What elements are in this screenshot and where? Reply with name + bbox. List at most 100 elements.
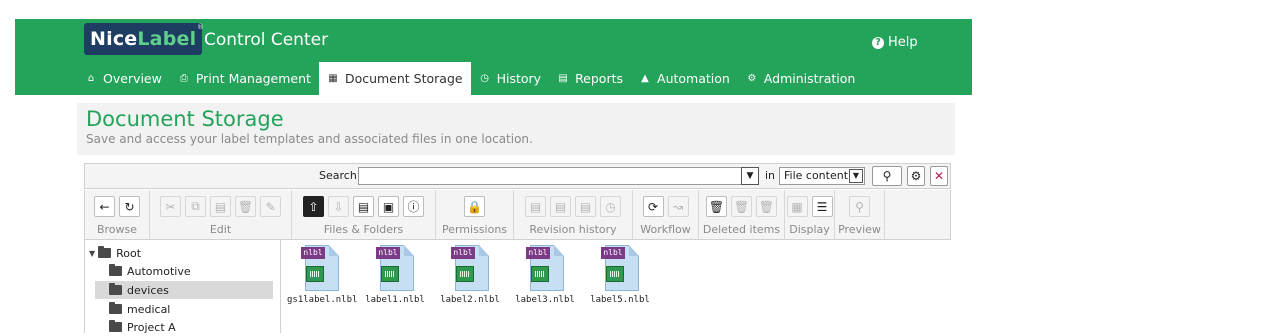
label-file-icon: nlbl: [451, 245, 489, 291]
new-file-button[interactable]: ▣: [378, 196, 399, 217]
copy-button[interactable]: ⧉: [185, 196, 206, 217]
upload-button[interactable]: ⇧: [303, 196, 324, 217]
group-label: Browse: [96, 223, 138, 236]
nav-tab-label: Reports: [575, 71, 624, 86]
back-button[interactable]: ←: [94, 196, 115, 217]
download-icon: ⇩: [333, 199, 344, 214]
nav-tab-automation[interactable]: ▲ Automation: [631, 62, 738, 95]
restore-button[interactable]: 🗑: [731, 196, 752, 217]
nav-tab-history[interactable]: ◷ History: [471, 62, 549, 95]
tree-node-label: Project A: [127, 320, 176, 334]
main-nav: ⌂ Overview ⎙ Print Management ▦ Document…: [77, 62, 863, 95]
group-revision-history: ▤ ▤ ▤ ◷ Revision history: [514, 190, 633, 240]
nav-tab-reports[interactable]: ▤ Reports: [549, 62, 631, 95]
help-label: Help: [888, 35, 918, 50]
group-permissions: 🔒 Permissions: [436, 190, 514, 240]
properties-button[interactable]: ⓘ: [403, 196, 424, 217]
check-in-button[interactable]: ▤: [525, 196, 546, 217]
tree-node-medical[interactable]: medical: [109, 300, 305, 318]
folder-icon: [109, 320, 122, 332]
grid-icon: ▦: [791, 199, 803, 214]
group-label: Revision history: [529, 223, 617, 236]
preview-button[interactable]: ⚲: [849, 196, 870, 217]
permissions-button[interactable]: 🔒: [464, 196, 485, 217]
folder-icon: [109, 302, 122, 314]
question-icon: ?: [872, 36, 884, 49]
app-title: Control Center: [204, 30, 329, 50]
help-link[interactable]: ? Help: [872, 35, 918, 50]
purge-icon: 🗑: [758, 199, 775, 214]
file-type-tag: nlbl: [526, 247, 550, 259]
download-button[interactable]: ⇩: [328, 196, 349, 217]
trash-icon: 🗑: [237, 199, 254, 214]
file-name: gs1label.nlbl: [287, 295, 358, 305]
workflow-button[interactable]: ⟳: [642, 196, 664, 217]
list-icon: ☰: [816, 199, 828, 214]
search-scope-select[interactable]: File content ▼: [779, 167, 865, 185]
search-scope-value: File content: [784, 169, 849, 182]
list-view-button[interactable]: ☰: [811, 196, 833, 217]
search-bar: Search: ▼ in File content ▼ ⚲ ⚙ ✕: [84, 163, 951, 189]
nicelabel-logo[interactable]: Nice Label: [84, 23, 203, 55]
lock-icon: 🔒: [467, 199, 482, 214]
chart-icon: ▤: [558, 73, 568, 84]
workflow-transition-button[interactable]: ↝: [667, 196, 689, 217]
search-input[interactable]: [358, 167, 743, 185]
delete-button[interactable]: 🗑: [235, 196, 256, 217]
group-label: Permissions: [441, 223, 508, 236]
file-type-tag: nlbl: [376, 247, 400, 259]
chevron-down-icon: ▼: [849, 169, 863, 183]
tree-node-label: Automotive: [127, 264, 191, 278]
new-file-icon: ▣: [382, 199, 395, 214]
check-in-icon: ▤: [529, 199, 542, 214]
nav-tab-label: Overview: [103, 71, 162, 86]
rename-button[interactable]: ✎: [260, 196, 281, 217]
file-type-tag: nlbl: [601, 247, 625, 259]
purge-button[interactable]: 🗑: [756, 196, 777, 217]
recycle-bin-button[interactable]: 🗑: [706, 196, 727, 217]
refresh-button[interactable]: ↻: [119, 196, 140, 217]
file-item[interactable]: nlbl label5.nlbl: [587, 245, 653, 305]
new-folder-button[interactable]: ▤: [353, 196, 374, 217]
check-out-button[interactable]: ▤: [550, 196, 571, 217]
folder-tree: ▼ Root Automotive devices medical Projec…: [84, 240, 281, 334]
file-name: label5.nlbl: [590, 295, 650, 305]
version-history-button[interactable]: ◷: [600, 196, 621, 217]
file-item[interactable]: nlbl label3.nlbl: [512, 245, 578, 305]
search-label: Search:: [319, 169, 361, 182]
nav-tab-overview[interactable]: ⌂ Overview: [77, 62, 170, 95]
group-label: Deleted items: [702, 223, 781, 236]
file-name: label3.nlbl: [515, 295, 575, 305]
paste-button[interactable]: ▤: [210, 196, 231, 217]
file-item[interactable]: nlbl gs1label.nlbl: [287, 245, 358, 305]
grid-view-button[interactable]: ▦: [786, 196, 808, 217]
cut-button[interactable]: ✂: [160, 196, 181, 217]
tree-node-automotive[interactable]: Automotive: [109, 262, 305, 280]
logo-secondary-text: Label: [137, 28, 197, 50]
search-button[interactable]: ⚲: [872, 166, 902, 186]
tree-node-root[interactable]: ▼ Root: [89, 244, 285, 262]
file-item[interactable]: nlbl label2.nlbl: [437, 245, 503, 305]
search-options-button[interactable]: ⚙: [907, 166, 925, 186]
file-type-tag: nlbl: [451, 247, 475, 259]
clear-search-button[interactable]: ✕: [930, 166, 948, 186]
magnifier-icon: ⚲: [855, 199, 864, 214]
tree-node-project-a[interactable]: Project A: [109, 318, 305, 336]
file-item[interactable]: nlbl label1.nlbl: [362, 245, 428, 305]
group-edit: ✂ ⧉ ▤ 🗑 ✎ Edit: [150, 190, 292, 240]
automation-icon: ▲: [641, 73, 649, 84]
label-file-icon: nlbl: [601, 245, 639, 291]
nav-tab-document-storage[interactable]: ▦ Document Storage: [318, 62, 471, 95]
file-type-tag: nlbl: [301, 247, 325, 259]
nav-tab-administration[interactable]: ⚙ Administration: [738, 62, 863, 95]
tree-node-devices[interactable]: devices: [95, 281, 273, 299]
search-history-dropdown[interactable]: ▼: [741, 167, 759, 185]
group-workflow: ⟳ ↝ Workflow: [633, 190, 699, 240]
label-file-icon: nlbl: [301, 245, 339, 291]
group-browse: ← ↻ Browse: [85, 190, 150, 240]
expand-arrow-icon[interactable]: ▼: [89, 249, 95, 258]
recycle-bin-icon: 🗑: [708, 199, 725, 214]
nav-tab-print-management[interactable]: ⎙ Print Management: [170, 62, 319, 95]
nav-tab-label: Document Storage: [344, 71, 463, 86]
undo-checkout-button[interactable]: ▤: [575, 196, 596, 217]
